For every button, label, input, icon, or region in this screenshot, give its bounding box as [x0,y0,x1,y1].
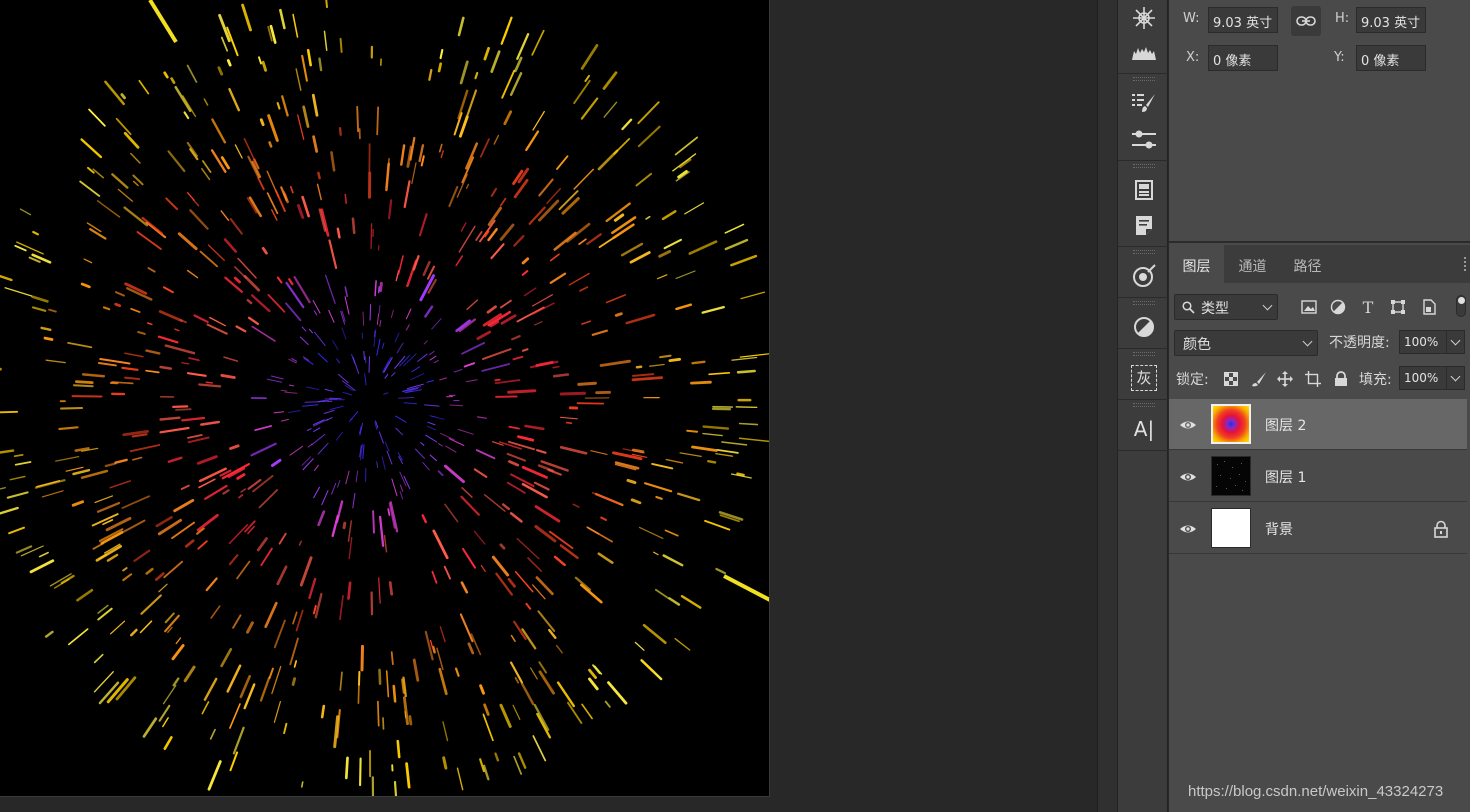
tab-layers[interactable]: 图层 [1169,245,1224,283]
libraries-icon[interactable] [1126,174,1162,206]
lock-position-icon[interactable] [1275,369,1295,389]
filter-pixel-icon[interactable] [1299,297,1319,317]
filter-adjustment-icon[interactable] [1328,297,1348,317]
navigator-icon[interactable] [1126,2,1162,34]
search-icon [1182,301,1195,314]
visibility-eye-icon[interactable] [1179,468,1197,486]
layer-row-layer2[interactable]: 图层 2 [1169,399,1467,450]
collapsed-panel-iconbar: 灰 A| [1117,0,1169,812]
layer-thumbnail [1211,508,1251,548]
lock-transparency-icon[interactable] [1221,369,1241,389]
lock-label: 锁定: [1176,372,1209,388]
tab-channels[interactable]: 通道 [1225,245,1280,283]
filter-toggle[interactable] [1456,295,1466,317]
blend-mode-label: 颜色 [1183,337,1211,353]
width-label: W: [1183,11,1200,26]
firework-burst-image [0,0,769,796]
watermark-url: https://blog.csdn.net/weixin_43324273 [1188,783,1444,800]
visibility-eye-icon[interactable] [1179,416,1197,434]
filter-type-icon[interactable]: T [1358,297,1378,317]
height-label: H: [1335,11,1350,26]
blend-mode-select[interactable]: 颜色 [1174,330,1318,356]
fill-dropdown[interactable] [1447,366,1465,390]
opacity-label: 不透明度: [1329,335,1390,351]
link-dimensions-button[interactable] [1291,6,1321,36]
panel-dock-gap [1097,0,1117,812]
right-panel: W: 9.03 英寸 H: 9.03 英寸 X: 0 像素 Y: 0 像素 图层… [1169,0,1470,812]
3d-icon[interactable] [1126,260,1162,292]
histogram-icon[interactable] [1126,36,1162,68]
link-icon [1296,16,1316,26]
filter-shape-icon[interactable] [1388,297,1408,317]
layer-thumbnail [1211,404,1251,444]
height-field[interactable]: 9.03 英寸 [1356,7,1426,33]
workspace [0,0,1097,812]
layer-row-layer1[interactable]: 图层 1 [1169,451,1467,502]
notes-icon[interactable] [1126,209,1162,241]
grayscale-icon[interactable]: 灰 [1126,362,1162,394]
width-field[interactable]: 9.03 英寸 [1208,7,1278,33]
filter-smartobject-icon[interactable] [1419,297,1439,317]
layer-name[interactable]: 图层 2 [1265,415,1306,435]
character-icon[interactable]: A| [1126,413,1162,445]
panel-menu-icon[interactable] [1464,257,1470,271]
brush-presets-icon[interactable] [1126,87,1162,119]
adjustments-icon[interactable] [1126,124,1162,156]
layers-panel: 图层 通道 路径 类型 T 颜色 不透明度: 100% 锁定: 填充: 100%… [1169,245,1470,812]
adjustment-circle-icon[interactable] [1126,311,1162,343]
lock-all-icon[interactable] [1331,369,1351,389]
lock-artboard-icon[interactable] [1303,369,1323,389]
y-label: Y: [1334,50,1345,65]
filter-kind-label: 类型 [1201,301,1229,317]
visibility-eye-icon[interactable] [1179,520,1197,538]
tab-paths[interactable]: 路径 [1280,245,1335,283]
x-field[interactable]: 0 像素 [1208,45,1278,71]
layer-row-background[interactable]: 背景 [1169,503,1467,554]
lock-pixels-icon[interactable] [1249,369,1269,389]
layer-lock-icon[interactable] [1433,520,1449,538]
layers-panel-tabs: 图层 通道 路径 [1169,245,1470,283]
layer-name[interactable]: 图层 1 [1265,467,1306,487]
properties-panel: W: 9.03 英寸 H: 9.03 英寸 X: 0 像素 Y: 0 像素 [1169,0,1470,243]
fill-label: 填充: [1359,372,1392,388]
document-canvas[interactable] [0,0,770,797]
opacity-field[interactable]: 100% [1399,330,1447,354]
layer-filter-select[interactable]: 类型 [1174,294,1278,320]
opacity-dropdown[interactable] [1447,330,1465,354]
fill-field[interactable]: 100% [1399,366,1447,390]
y-field[interactable]: 0 像素 [1356,45,1426,71]
x-label: X: [1186,50,1200,65]
spark-group [0,0,769,796]
layer-thumbnail [1211,456,1251,496]
layer-name[interactable]: 背景 [1265,519,1293,539]
photoshop-window: 灰 A| W: 9.03 英寸 H: 9.03 英寸 X: 0 像素 Y: 0 … [0,0,1470,812]
